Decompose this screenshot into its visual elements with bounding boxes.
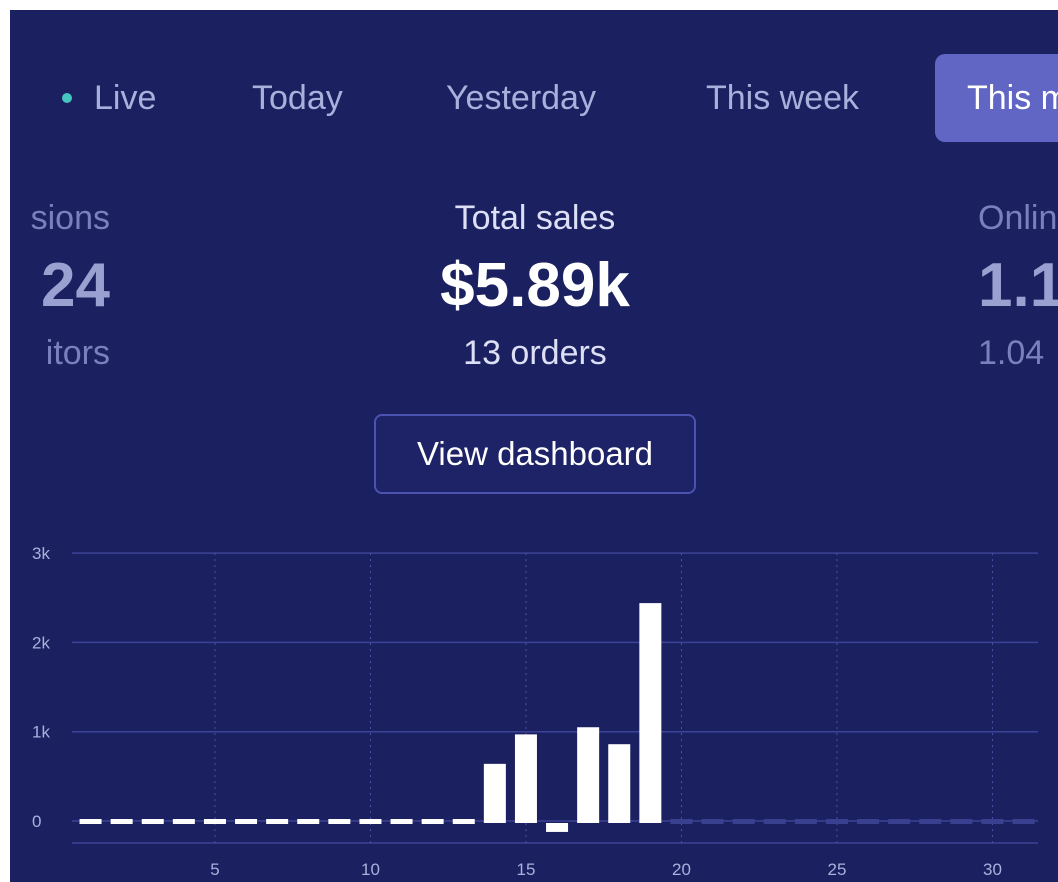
bar-zero	[794, 819, 817, 824]
metric-total-sales-sub: 13 orders	[463, 334, 607, 372]
bar-zero	[825, 819, 848, 824]
bar-zero	[79, 819, 102, 824]
y-tick-label: 3k	[32, 544, 50, 563]
metric-total-sales-label: Total sales	[454, 199, 616, 237]
metric-total-sales: Total sales $5.89k 13 orders	[355, 190, 715, 380]
metric-total-sales-value: $5.89k	[440, 251, 630, 320]
bar	[514, 734, 537, 823]
bar-negative	[546, 823, 569, 832]
tab-today-label: Today	[252, 78, 343, 117]
live-status-dot	[62, 93, 72, 103]
bar-zero	[359, 819, 382, 824]
bar-zero	[203, 819, 226, 824]
bar-zero	[421, 819, 444, 824]
metric-online-sub: 1.04	[978, 334, 1045, 372]
tab-yesterday[interactable]: Yesterday	[446, 54, 596, 142]
bar-zero	[763, 819, 786, 824]
x-tick-label: 5	[210, 860, 219, 879]
bar-zero	[328, 819, 351, 824]
x-tick-label: 30	[983, 860, 1002, 879]
metric-online-value: 1.1	[978, 251, 1058, 320]
view-dashboard-button[interactable]: View dashboard	[374, 414, 696, 494]
y-tick-label: 2k	[32, 633, 50, 652]
bar-zero	[390, 819, 413, 824]
tab-today[interactable]: Today	[252, 54, 343, 142]
app-window: Live Today Yesterday This week This m si…	[10, 10, 1058, 882]
metric-sessions: sions 24 itors	[10, 190, 110, 380]
x-tick-label: 10	[361, 860, 380, 879]
bar-zero	[235, 819, 258, 824]
tab-yesterday-label: Yesterday	[446, 78, 596, 117]
bar-zero	[452, 819, 475, 824]
bar-zero	[857, 819, 880, 824]
bar-zero	[888, 819, 911, 824]
date-range-tabs: Live Today Yesterday This week This m	[10, 54, 1058, 142]
bar-zero	[981, 819, 1004, 824]
bar-zero	[141, 819, 164, 824]
bar-zero	[919, 819, 942, 824]
bar-zero	[701, 819, 724, 824]
bar-zero	[266, 819, 289, 824]
tab-this-week[interactable]: This week	[706, 54, 859, 142]
bar	[483, 763, 506, 823]
bar-zero	[110, 819, 133, 824]
x-tick-label: 15	[516, 860, 535, 879]
metric-sessions-sub: itors	[45, 334, 110, 372]
tab-live[interactable]: Live	[62, 54, 156, 142]
tab-live-label: Live	[94, 78, 157, 117]
y-tick-label: 1k	[32, 723, 50, 742]
metric-online: Onlin 1.1 1.04	[978, 190, 1058, 380]
bar-zero	[670, 819, 693, 824]
bar-zero	[172, 819, 195, 824]
bar	[639, 603, 662, 823]
tab-this-month[interactable]: This m	[935, 54, 1058, 142]
bar-zero	[297, 819, 320, 824]
bar	[608, 744, 631, 823]
bar-zero	[732, 819, 755, 824]
bar-zero	[1012, 819, 1035, 824]
bar	[577, 727, 600, 823]
metric-online-label: Onlin	[978, 199, 1058, 237]
tab-this-month-label: This m	[967, 78, 1058, 117]
x-tick-label: 20	[672, 860, 691, 879]
sales-bar-chart: 0 1k 2k 3k 5 10 15 20 25 30	[32, 544, 1038, 879]
metric-sessions-value: 24	[41, 251, 110, 320]
y-tick-label: 0	[32, 812, 41, 831]
x-tick-label: 25	[827, 860, 846, 879]
tab-this-week-label: This week	[706, 78, 860, 117]
metric-sessions-label: sions	[30, 199, 110, 237]
bar-zero	[950, 819, 973, 824]
